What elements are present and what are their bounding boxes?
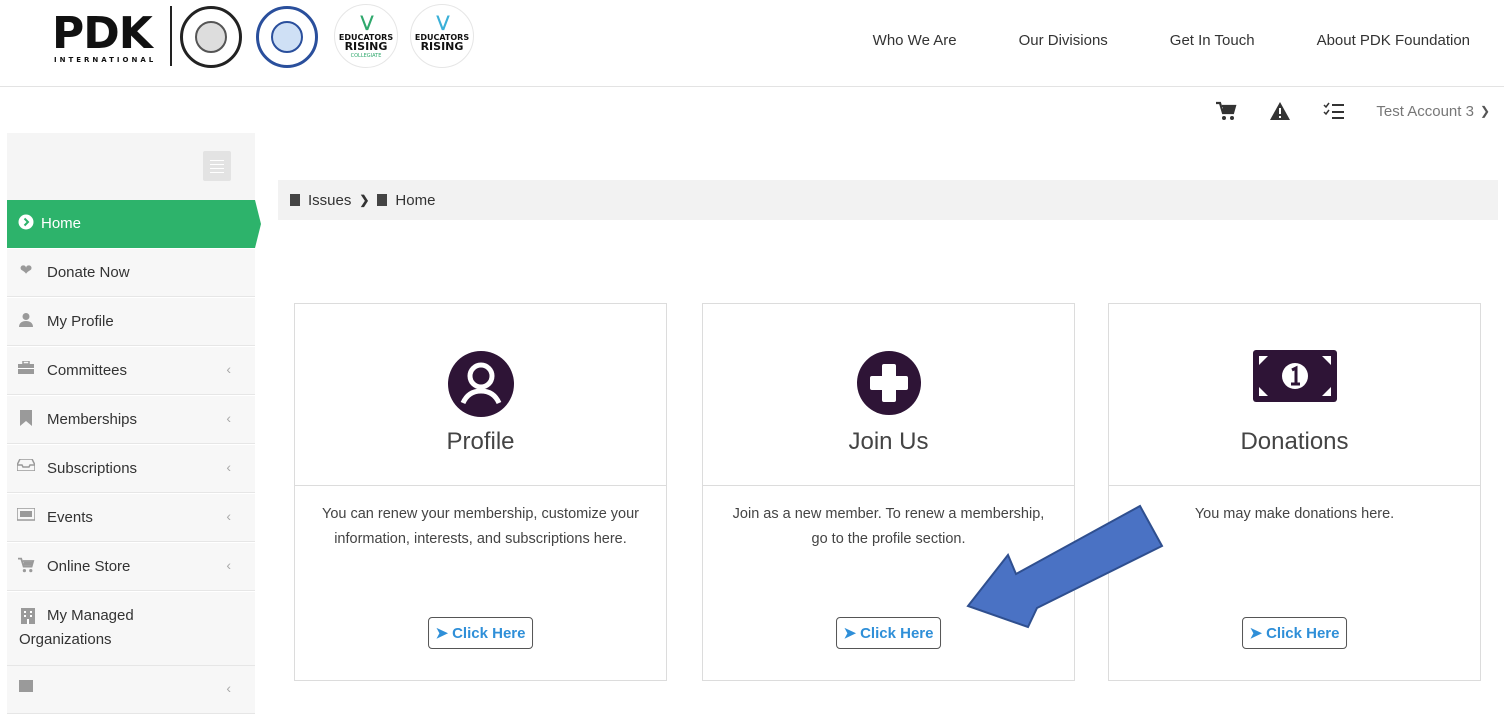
button-label: Click Here	[1266, 624, 1340, 642]
pdk-logo[interactable]: PDK INTERNATIONAL	[52, 8, 160, 66]
chevron-mark-icon: ⋁	[436, 12, 450, 31]
button-label: Click Here	[452, 624, 526, 642]
sidebar-item-partial[interactable]: ‹	[7, 666, 255, 714]
phi-delta-kappa-seal[interactable]	[180, 6, 242, 68]
badge1-sub: COLLEGIATE	[350, 53, 382, 59]
sidebar-item-label: Memberships	[47, 411, 138, 428]
sidebar: Home ❤ Donate Now My Profile Committees …	[7, 133, 261, 714]
sidebar-item-my-managed-organizations[interactable]: My Managed Organizations	[7, 592, 255, 666]
location-arrow-icon: ➤	[843, 625, 857, 642]
sidebar-item-label: Online Store	[47, 558, 131, 575]
sidebar-item-label: Home	[41, 215, 82, 232]
chevron-down-icon: ❯	[1479, 104, 1490, 118]
account-menu[interactable]: Test Account 3 ❯	[1376, 103, 1490, 120]
educators-rising-collegiate-logo[interactable]: ⋁ EDUCATORS RISING COLLEGIATE	[334, 4, 398, 68]
heart-icon: ❤	[19, 262, 33, 279]
sidebar-header	[7, 133, 255, 200]
donations-card: Donations You may make donations here. ➤…	[1108, 303, 1481, 681]
checklist-icon[interactable]	[1322, 100, 1346, 122]
pdk-logo-subtext: INTERNATIONAL	[54, 56, 157, 64]
cart-icon	[17, 557, 35, 573]
nav-our-divisions[interactable]: Our Divisions	[1019, 32, 1108, 49]
chevron-right-icon: ❯	[359, 193, 370, 207]
sidebar-item-label: Events	[47, 509, 93, 526]
inbox-icon	[16, 458, 36, 475]
profile-click-here-button[interactable]: ➤ Click Here	[427, 617, 534, 649]
educators-rising-logo[interactable]: ⋁ EDUCATORS RISING	[410, 4, 474, 68]
sidebar-item-home[interactable]: Home	[7, 200, 261, 248]
sidebar-item-committees[interactable]: Committees ‹	[7, 347, 255, 395]
sidebar-item-label: Donate Now	[47, 264, 130, 281]
document-icon	[377, 194, 388, 206]
chevron-left-icon: ‹	[226, 680, 231, 696]
sidebar-item-my-profile[interactable]: My Profile	[7, 298, 255, 346]
card-header: Profile	[295, 304, 666, 486]
sidebar-item-online-store[interactable]: Online Store ‹	[7, 543, 255, 591]
card-description: Join as a new member. To renew a members…	[732, 506, 1045, 547]
badge2-line2: RISING	[420, 40, 464, 53]
card-header: Donations	[1109, 304, 1480, 486]
card-description: You may make donations here.	[1194, 506, 1395, 522]
top-navigation: Who We Are Our Divisions Get In Touch Ab…	[811, 32, 1470, 49]
logo-divider	[170, 6, 172, 66]
sidebar-item-memberships[interactable]: Memberships ‹	[7, 396, 255, 444]
nav-about-pdk-foundation[interactable]: About PDK Foundation	[1317, 32, 1470, 49]
profile-card: Profile You can renew your membership, c…	[294, 303, 667, 681]
location-arrow-icon: ➤	[435, 625, 449, 642]
user-icon	[17, 312, 35, 328]
breadcrumb: Issues ❯ Home	[278, 180, 1498, 220]
circle-chevron-right-icon	[17, 214, 35, 230]
breadcrumb-home: Home	[395, 191, 436, 209]
menu-toggle-icon[interactable]	[203, 151, 231, 181]
briefcase-icon	[17, 360, 35, 377]
join-us-card: Join Us Join as a new member. To renew a…	[702, 303, 1075, 681]
sidebar-item-label: My Managed Organizations	[19, 607, 134, 648]
card-description: You can renew your membership, customize…	[321, 506, 639, 547]
plus-circle-icon	[856, 351, 921, 415]
join-us-click-here-button[interactable]: ➤ Click Here	[835, 617, 942, 649]
utility-bar: Test Account 3 ❯	[1214, 98, 1490, 124]
site-header: PDK INTERNATIONAL ⋁ EDUCATORS RISING COLL…	[0, 0, 1504, 87]
sidebar-item-events[interactable]: Events ‹	[7, 494, 255, 542]
warning-icon[interactable]	[1268, 100, 1292, 122]
nav-get-in-touch[interactable]: Get In Touch	[1170, 32, 1255, 49]
bookmark-icon	[17, 410, 35, 426]
nav-who-we-are[interactable]: Who We Are	[873, 32, 957, 49]
sidebar-item-label: Subscriptions	[47, 460, 138, 477]
chevron-left-icon: ‹	[226, 508, 231, 524]
chevron-mark-icon: ⋁	[360, 12, 374, 31]
donations-click-here-button[interactable]: ➤ Click Here	[1241, 617, 1348, 649]
location-arrow-icon: ➤	[1249, 625, 1263, 642]
chevron-left-icon: ‹	[226, 459, 231, 475]
chevron-left-icon: ‹	[226, 361, 231, 377]
card-title: Join Us	[848, 428, 929, 455]
card-title: Profile	[446, 428, 515, 455]
pdk-logo-text: PDK	[52, 8, 153, 59]
sidebar-item-subscriptions[interactable]: Subscriptions ‹	[7, 445, 255, 493]
breadcrumb-issues[interactable]: Issues	[308, 192, 351, 209]
chevron-left-icon: ‹	[226, 557, 231, 573]
sidebar-item-label: Committees	[47, 362, 128, 379]
badge1-line2: RISING	[344, 40, 388, 53]
user-circle-icon	[447, 351, 514, 417]
monitor-icon	[16, 507, 36, 524]
sidebar-item-label: My Profile	[47, 313, 114, 330]
account-name: Test Account 3	[1376, 102, 1474, 120]
pi-lambda-theta-seal[interactable]	[256, 6, 318, 68]
cart-icon[interactable]	[1214, 100, 1238, 122]
card-header: Join Us	[703, 304, 1074, 486]
list-icon	[17, 680, 35, 696]
card-title: Donations	[1240, 428, 1349, 455]
sidebar-item-donate-now[interactable]: ❤ Donate Now	[7, 249, 255, 297]
chevron-left-icon: ‹	[226, 410, 231, 426]
money-bill-icon	[1252, 350, 1337, 402]
document-icon	[290, 194, 300, 206]
button-label: Click Here	[860, 624, 934, 642]
